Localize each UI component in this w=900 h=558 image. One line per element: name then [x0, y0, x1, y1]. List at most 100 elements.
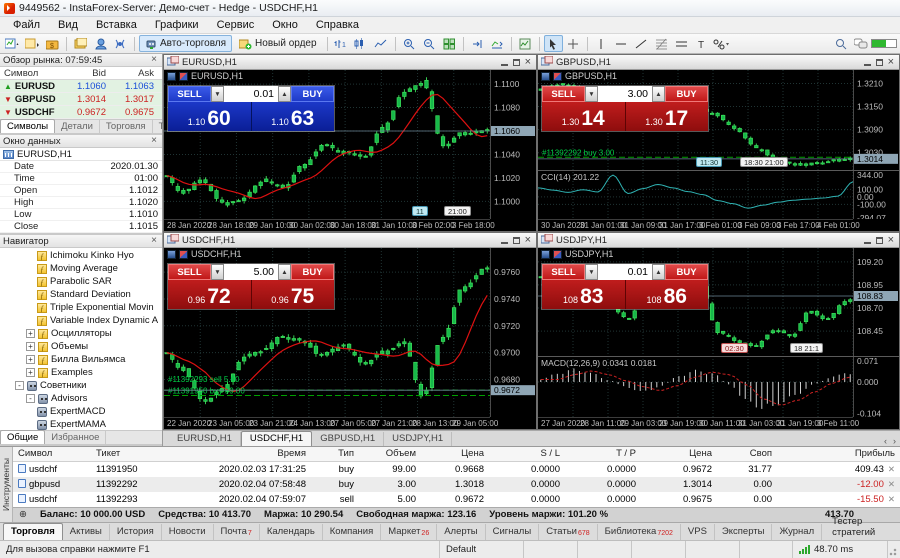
expander-icon[interactable]: + — [26, 368, 35, 377]
menu-file[interactable]: Файл — [4, 18, 49, 32]
chart-canvas-usdchf[interactable]: 0.97600.97400.97200.97000.9680#11392293 … — [164, 248, 536, 429]
minimize-icon[interactable] — [864, 59, 871, 66]
toolbox-tab-item-5[interactable]: Календарь — [260, 524, 323, 540]
profiles-button[interactable] — [23, 35, 42, 52]
buy-button[interactable]: BUY — [665, 264, 708, 280]
toolbox-tab-item-14[interactable]: Журнал — [772, 524, 822, 540]
data-folder-button[interactable]: $ — [43, 35, 62, 52]
navigator-item-item-8[interactable]: +ƒБилла Вильямса — [0, 353, 162, 366]
community-chat-icon[interactable] — [851, 35, 870, 52]
line-chart-button[interactable] — [372, 35, 391, 52]
chart-tab-usdjpy-h1[interactable]: USDJPY,H1 — [384, 432, 452, 446]
buy-button[interactable]: BUY — [291, 264, 334, 280]
expander-icon[interactable]: + — [26, 355, 35, 364]
toolbox-tab-item-4[interactable]: Почта7 — [214, 524, 260, 540]
maximize-icon[interactable] — [513, 59, 520, 66]
volume-down-button[interactable]: ▼ — [585, 264, 598, 280]
positions-col-s-l[interactable]: S / L — [489, 448, 565, 459]
buy-button[interactable]: BUY — [291, 86, 334, 102]
toolbox-tab-item-3[interactable]: Новости — [162, 524, 214, 540]
sell-price-button[interactable]: 1.3014 — [542, 102, 626, 131]
crosshair-tool-button[interactable] — [564, 35, 583, 52]
market-watch-tab-item-1[interactable]: Детали — [55, 120, 100, 133]
toolbox-tab-item-1[interactable]: Активы — [63, 524, 110, 540]
navigator-item-moving-average[interactable]: ƒMoving Average — [0, 262, 162, 275]
zoom-in-button[interactable] — [400, 35, 419, 52]
chart-mode-icon[interactable] — [167, 250, 176, 259]
positions-col-item-10[interactable]: Прибыль — [777, 448, 900, 459]
strategy-tester-tab[interactable]: Тестер стратегий — [822, 514, 900, 540]
chart-canvas-eurusd[interactable]: 1.11001.10801.10601.10401.10201.10001.10… — [164, 70, 536, 231]
menu-service[interactable]: Сервис — [208, 18, 264, 32]
menu-insert[interactable]: Вставка — [87, 18, 146, 32]
vertical-line-tool[interactable] — [592, 35, 611, 52]
toolbox-tab-item-7[interactable]: Маркет26 — [381, 524, 437, 540]
market-watch-row-usdchf[interactable]: ▼USDCHF0.96720.9675 — [0, 106, 162, 119]
navigator-item-item-6[interactable]: +ƒОсцилляторы — [0, 327, 162, 340]
close-position-icon[interactable]: ✕ — [888, 479, 895, 489]
chart-tab-usdchf-h1[interactable]: USDCHF,H1 — [241, 431, 312, 446]
expander-icon[interactable]: + — [26, 342, 35, 351]
chart-window-titlebar-usdjpy[interactable]: USDJPY,H1× — [538, 233, 899, 248]
volume-up-button[interactable]: ▲ — [278, 86, 291, 102]
tile-windows-button[interactable] — [440, 35, 459, 52]
menu-window[interactable]: Окно — [263, 18, 307, 32]
autotrade-button[interactable]: Авто-торговля — [139, 35, 232, 52]
position-row-11392293[interactable]: usdchf113922932020.02.04 07:59:07sell5.0… — [13, 492, 900, 507]
chart-window-titlebar-gbpusd[interactable]: GBPUSD,H1× — [538, 55, 899, 70]
toolbox-tab-item-0[interactable]: Торговля — [3, 523, 63, 540]
volume-input[interactable]: 0.01 — [598, 264, 652, 280]
indicators-button[interactable] — [516, 35, 535, 52]
chart-mode-icon[interactable] — [541, 72, 550, 81]
toolbox-tab-item-13[interactable]: Эксперты — [715, 524, 773, 540]
positions-col-item-5[interactable]: Цена — [421, 448, 489, 459]
chart-shift-button[interactable] — [468, 35, 487, 52]
trendline-tool[interactable] — [632, 35, 651, 52]
navigator-item-variable-index-dynamic-a[interactable]: ƒVariable Index Dynamic A — [0, 314, 162, 327]
toolbox-tab-item-9[interactable]: Сигналы — [486, 524, 540, 540]
positions-col-item-0[interactable]: Символ — [13, 448, 91, 459]
navigator-item-advisors[interactable]: -Advisors — [0, 392, 162, 405]
close-icon[interactable]: × — [525, 58, 531, 67]
buy-price-button[interactable]: 0.9675 — [252, 280, 335, 309]
navigator-item-standard-deviation[interactable]: ƒStandard Deviation — [0, 288, 162, 301]
navigator-item-examples[interactable]: +ƒExamples — [0, 366, 162, 379]
maximize-icon[interactable] — [876, 237, 883, 244]
sell-button[interactable]: SELL — [168, 264, 211, 280]
positions-col-item-1[interactable]: Тикет — [91, 448, 169, 459]
volume-down-button[interactable]: ▼ — [585, 86, 598, 102]
navigator-tab-item-0[interactable]: Общие — [0, 430, 45, 444]
chart-tab-gbpusd-h1[interactable]: GBPUSD,H1 — [312, 432, 384, 446]
expander-icon[interactable]: - — [15, 381, 24, 390]
sell-button[interactable]: SELL — [542, 264, 585, 280]
close-position-icon[interactable]: ✕ — [888, 464, 895, 474]
navigator-item-parabolic-sar[interactable]: ƒParabolic SAR — [0, 275, 162, 288]
toolbox-tab-vps[interactable]: VPS — [681, 524, 715, 540]
candles-chart-button[interactable] — [352, 35, 371, 52]
col-symbol[interactable]: Символ — [0, 68, 62, 79]
navigator-item-triple-exponential-movin[interactable]: ƒTriple Exponential Movin — [0, 301, 162, 314]
volume-input[interactable]: 3.00 — [598, 86, 652, 102]
cursor-tool-button[interactable] — [544, 35, 563, 52]
navigator-item-expertmacd[interactable]: ExpertMACD — [0, 405, 162, 418]
zoom-out-button[interactable] — [420, 35, 439, 52]
positions-col-item-8[interactable]: Цена — [641, 448, 717, 459]
positions-col-item-2[interactable]: Время — [169, 448, 311, 459]
volume-down-button[interactable]: ▼ — [211, 264, 224, 280]
fibonacci-tool[interactable] — [652, 35, 671, 52]
sell-price-button[interactable]: 1.1060 — [168, 102, 252, 131]
minimize-icon[interactable] — [501, 59, 508, 66]
tab-scroll-arrows[interactable]: ‹› — [884, 436, 900, 446]
auto-scroll-button[interactable] — [488, 35, 507, 52]
toolbox-tab-item-6[interactable]: Компания — [323, 524, 381, 540]
signals-button[interactable] — [111, 35, 130, 52]
volume-up-button[interactable]: ▲ — [278, 264, 291, 280]
chart-window-titlebar-usdchf[interactable]: USDCHF,H1× — [164, 233, 536, 248]
positions-col-item-9[interactable]: Своп — [717, 448, 777, 459]
maximize-icon[interactable] — [876, 59, 883, 66]
menu-charts[interactable]: Графики — [146, 18, 208, 32]
navigator-item-expertmama[interactable]: ExpertMAMA — [0, 418, 162, 430]
close-icon[interactable]: × — [525, 236, 531, 245]
navigator-item-ichimoku-kinko-hyo[interactable]: ƒIchimoku Kinko Hyo — [0, 249, 162, 262]
close-icon[interactable]: × — [888, 236, 894, 245]
